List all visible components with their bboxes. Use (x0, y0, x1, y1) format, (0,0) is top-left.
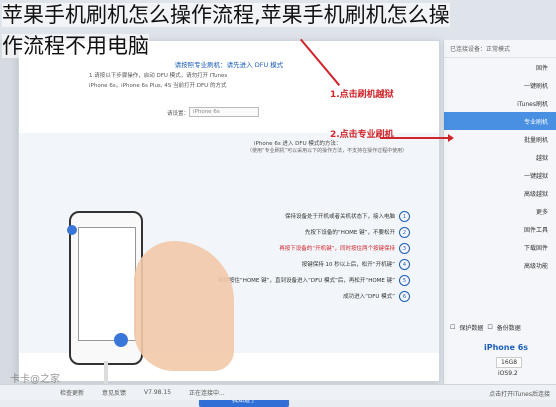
step-5-text: 继续按住“HOME 键”，直到设备进入“DFU 模式”后，再松开“HOME 键” (217, 278, 395, 284)
sidebar-item-pro-flash[interactable]: 专业刷机 (444, 112, 556, 130)
status-bar: 检查更新 意见反馈 V7.98.15 正在连接中... 点击打开iTunes后连… (0, 384, 556, 400)
sidebar-item-advanced-features[interactable]: 高级功能 (444, 256, 556, 274)
step-number: 3 (399, 243, 410, 254)
step-6-text: 成功进入“DFU 模式” (343, 294, 395, 300)
device-state: iOS9.2 (498, 370, 518, 377)
device-name: iPhone 6s (484, 343, 529, 352)
step-3-marker: 3 (399, 243, 410, 254)
hand-illustration (134, 241, 234, 371)
step-6-marker: 6 (399, 291, 410, 302)
sidebar-item-one-click-jailbreak[interactable]: 一键越狱 (444, 166, 556, 184)
sidebar-item-advanced-jailbreak[interactable]: 高级越狱 (444, 184, 556, 202)
protect-data-checkbox[interactable]: ☐ 保护数据 ☐ 备份数据 (450, 323, 521, 332)
sidebar-item-batch-flash[interactable]: 批量刷机 (444, 130, 556, 148)
sidebar-item-itunes-flash[interactable]: iTunes刷机 (444, 94, 556, 112)
step-4-text: 按键保持 10 秒以上后，松开“开机键” (301, 262, 395, 268)
status-connection: 正在连接中... (189, 390, 225, 397)
step-number: 4 (399, 259, 410, 270)
sidebar-item-firmware-tools[interactable]: 固件工具 (444, 220, 556, 238)
step-number: 2 (399, 227, 410, 238)
title-line-1: 苹果手机刷机怎么操作流程,苹果手机刷机怎么操 (2, 3, 450, 27)
status-check-update[interactable]: 检查更新 (60, 388, 84, 397)
power-button-indicator-icon (67, 225, 77, 235)
steps-subtitle: （使用“专业刷机”可以采用以下的操作方法，不支持在操作过程中使用） (247, 148, 408, 154)
steps-title: iPhone 6s 进入 DFU 模式的方法： (254, 141, 342, 147)
step-number: 5 (399, 275, 410, 286)
step-2-marker: 2 (399, 227, 410, 238)
sidebar-item-more[interactable]: 更多 (444, 202, 556, 220)
annotation-1: 1.点击刷机越狱 (330, 90, 394, 100)
device-code: 16G8 (496, 357, 523, 368)
select-label: 请设置： (167, 111, 190, 117)
step-2-text: 先按下设备的“HOME 键”，不要松开 (304, 230, 395, 236)
step-3-text: 再按下设备的“开机键”，同时按住两个按键保持 (279, 246, 395, 252)
home-button-indicator-icon (114, 333, 128, 347)
title-line-2: 作流程不用电脑 (2, 34, 149, 58)
checkbox-icon: ☐ (487, 324, 493, 331)
sidebar-item-one-click-flash[interactable]: 一键刷机 (444, 76, 556, 94)
protect-data-label: 保护数据 (459, 325, 484, 332)
step-number: 6 (399, 291, 410, 302)
dialog-line-2: iPhone 6s，iPhone 6s Plus, 4S 当前打开 DFU 的方… (89, 83, 227, 89)
step-4-marker: 4 (399, 259, 410, 270)
status-itunes-link[interactable]: 点击打开iTunes后连接 (489, 389, 550, 398)
sidebar-item-download-firmware[interactable]: 下载固件 (444, 238, 556, 256)
status-feedback[interactable]: 意见反馈 (102, 388, 126, 397)
status-version: V7.98.15 (144, 389, 172, 396)
left-strip (0, 40, 18, 385)
page-title-overlay: 苹果手机刷机怎么操作流程,苹果手机刷机怎么操 作流程不用电脑 (0, 0, 556, 62)
sidebar-item-jailbreak[interactable]: 越狱 (444, 148, 556, 166)
step-5-marker: 5 (399, 275, 410, 286)
step-number: 1 (399, 211, 410, 222)
step-1-text: 保持设备处于开机或者关机状态下，接入电脑 (284, 214, 395, 220)
right-sidebar: 已连接设备：正常模式 固件 一键刷机 iTunes刷机 专业刷机 批量刷机 越狱… (443, 40, 556, 385)
watermark: 卡卡@之家 (10, 374, 60, 385)
device-select[interactable]: iPhone 6s (189, 107, 259, 117)
step-1-marker: 1 (399, 211, 410, 222)
phone-screen (78, 227, 136, 341)
checkbox-icon: ☐ (450, 324, 456, 331)
annotation-arrow-2 (380, 134, 454, 142)
dialog-line-1: 1.请按以下步骤操作，启动 DFU 模式，请勿打开 ITunes (89, 73, 228, 79)
phone-illustration (69, 211, 143, 365)
backup-data-label: 备份数据 (496, 325, 521, 332)
